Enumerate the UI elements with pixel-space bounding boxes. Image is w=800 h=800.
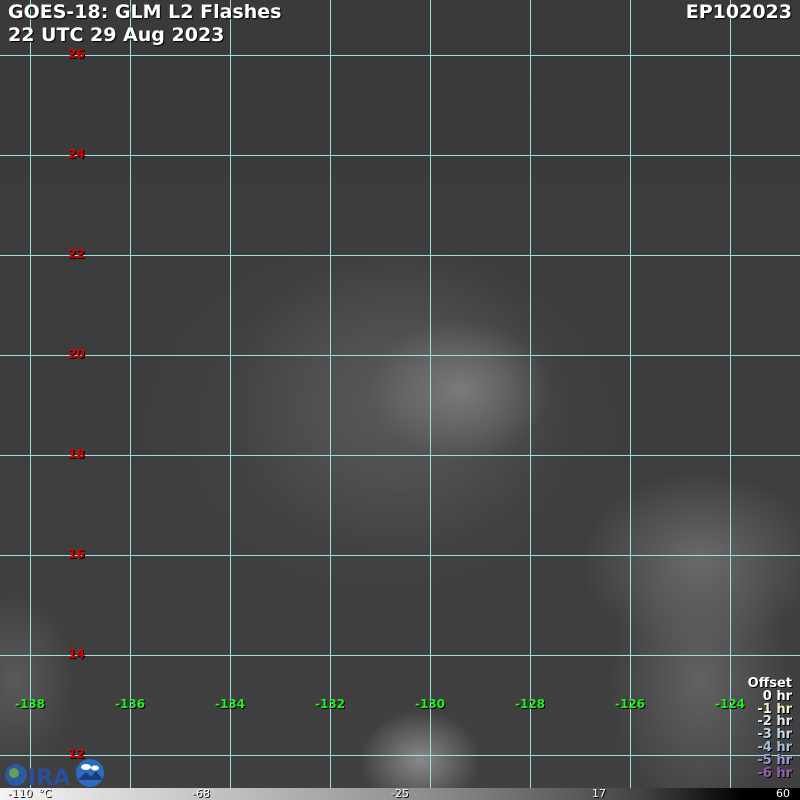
longitude-line (530, 0, 531, 788)
colorbar-label: °C (38, 787, 52, 800)
latitude-line (0, 155, 800, 156)
longitude-line (330, 0, 331, 788)
svg-text:IRA: IRA (28, 766, 70, 789)
latitude-label: 26 (68, 47, 85, 61)
colorbar-label: -68 (192, 787, 210, 800)
latitude-line (0, 355, 800, 356)
longitude-label: -124 (714, 697, 746, 711)
longitude-label: -134 (214, 697, 246, 711)
longitude-label: -132 (314, 697, 346, 711)
temperature-colorbar: -110 °C -68 -25 17 60 (0, 787, 800, 800)
latitude-line (0, 555, 800, 556)
latitude-label: 24 (68, 147, 85, 161)
latitude-line (0, 255, 800, 256)
cira-logo: IRA (4, 761, 72, 789)
longitude-label: -130 (414, 697, 446, 711)
colorbar-label: 17 (592, 787, 606, 800)
longitude-line (630, 0, 631, 788)
rammb-logo (75, 758, 105, 792)
satellite-imagery (0, 0, 800, 788)
latitude-label: 22 (68, 247, 85, 261)
latitude-line (0, 55, 800, 56)
longitude-label: -136 (114, 697, 146, 711)
latitude-label: 14 (68, 647, 85, 661)
longitude-line (130, 0, 131, 788)
latitude-line (0, 455, 800, 456)
colorbar-label: 60 (776, 787, 790, 800)
longitude-label: -126 (614, 697, 646, 711)
latitude-label: 18 (68, 447, 85, 461)
colorbar-label: -110 (7, 787, 33, 800)
storm-id: EP102023 (685, 1, 792, 23)
longitude-line (430, 0, 431, 788)
longitude-line (30, 0, 31, 788)
latitude-line (0, 655, 800, 656)
latitude-line (0, 755, 800, 756)
product-title: GOES-18: GLM L2 Flashes (8, 1, 282, 23)
longitude-label: -128 (514, 697, 546, 711)
latitude-label: 16 (68, 547, 85, 561)
longitude-label: -138 (14, 697, 46, 711)
colorbar-label: -25 (391, 787, 409, 800)
timestamp: 22 UTC 29 Aug 2023 (8, 24, 225, 46)
legend-item: -6 hr (757, 765, 792, 781)
longitude-line (230, 0, 231, 788)
offset-legend: Offset 0 hr -1 hr -2 hr -3 hr -4 hr -5 hr -6 h… (748, 677, 792, 781)
longitude-line (730, 0, 731, 788)
latitude-label: 20 (68, 347, 85, 361)
